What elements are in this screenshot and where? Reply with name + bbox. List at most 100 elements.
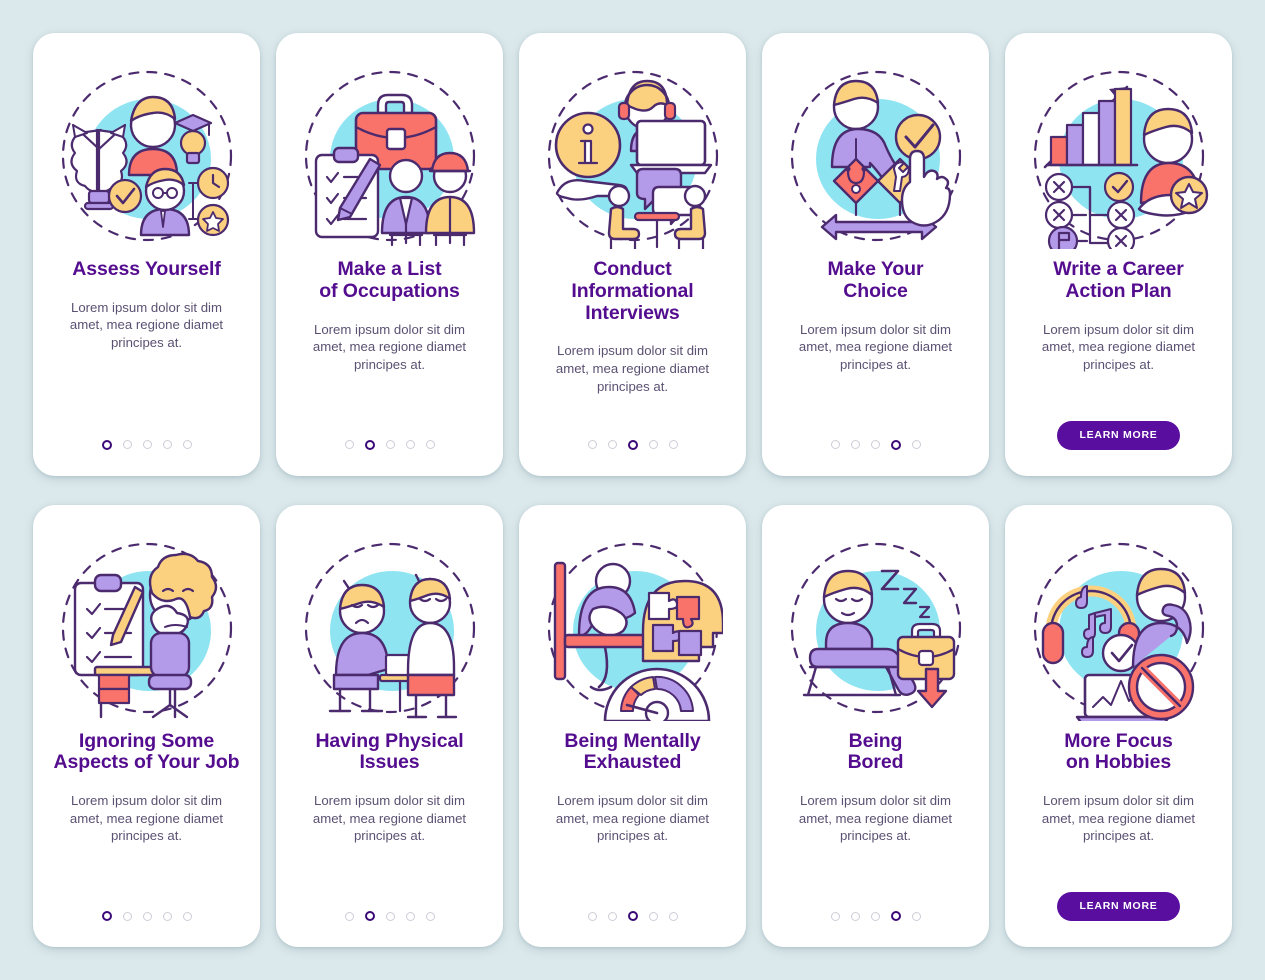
card-footer: LEARN MORE	[1005, 420, 1232, 450]
onboarding-card[interactable]: Assess Yourself Lorem ipsum dolor sit dim…	[33, 33, 260, 476]
card-body-text: Lorem ipsum dolor sit dim amet, mea regi…	[312, 321, 467, 372]
pagination-dots[interactable]	[587, 439, 678, 450]
onboarding-card[interactable]: Write a Career Action Plan Lorem ipsum do…	[1005, 33, 1232, 476]
pagination-dot-active[interactable]	[364, 439, 375, 450]
card-body-text: Lorem ipsum dolor sit dim amet, mea regi…	[555, 793, 710, 844]
card-body-text: Lorem ipsum dolor sit dim amet, mea regi…	[69, 299, 224, 350]
pagination-dot[interactable]	[668, 911, 678, 921]
pagination-dot-active[interactable]	[101, 439, 112, 450]
pagination-dot[interactable]	[182, 440, 192, 449]
card-title: Being Bored	[847, 729, 904, 774]
card-footer	[519, 911, 746, 921]
pagination-dot[interactable]	[162, 440, 172, 449]
pagination-dot[interactable]	[344, 440, 354, 449]
pagination-dot[interactable]	[405, 911, 415, 921]
card-title: Having Physical Issues	[315, 729, 464, 774]
pagination-dot[interactable]	[850, 440, 860, 449]
pagination-dot[interactable]	[162, 911, 172, 921]
card-title: Conduct Informational Interviews	[571, 258, 694, 324]
card-title: Ignoring Some Aspects of Your Job	[53, 729, 240, 774]
pagination-dots[interactable]	[587, 911, 678, 921]
card-footer	[762, 911, 989, 921]
puzzle-head-gauge-icon	[543, 535, 723, 721]
card-footer	[33, 439, 260, 450]
card-body-text: Lorem ipsum dolor sit dim amet, mea regi…	[555, 343, 710, 394]
pagination-dot[interactable]	[385, 440, 395, 449]
onboarding-screens-board: Assess Yourself Lorem ipsum dolor sit dim…	[0, 0, 1265, 980]
card-body-text: Lorem ipsum dolor sit dim amet, mea regi…	[798, 321, 953, 372]
burnout-signs-row: Ignoring Some Aspects of Your Job Lorem i…	[33, 504, 1232, 947]
pagination-dot[interactable]	[425, 440, 435, 449]
pagination-dot[interactable]	[870, 440, 880, 449]
pagination-dots[interactable]	[101, 911, 192, 921]
sleeping-person-briefcase-icon	[786, 535, 966, 721]
brain-graduate-assessment-icon	[57, 63, 237, 249]
card-footer	[276, 911, 503, 921]
pagination-dots[interactable]	[830, 439, 921, 450]
pagination-dot[interactable]	[344, 911, 354, 921]
card-footer	[519, 439, 746, 450]
pagination-dots[interactable]	[344, 911, 435, 921]
pagination-dots[interactable]	[344, 439, 435, 450]
growth-chart-action-plan-icon	[1029, 63, 1209, 249]
card-footer: LEARN MORE	[1005, 892, 1232, 921]
pagination-dot[interactable]	[648, 911, 658, 921]
pagination-dot[interactable]	[122, 911, 132, 921]
pagination-dots[interactable]	[101, 439, 192, 450]
pagination-dot-active[interactable]	[101, 911, 112, 921]
pagination-dot[interactable]	[911, 911, 921, 921]
pagination-dot[interactable]	[607, 911, 617, 921]
career-crossroads-choice-icon	[786, 63, 966, 249]
pagination-dot[interactable]	[870, 911, 880, 921]
tired-workers-headache-icon	[300, 535, 480, 721]
pagination-dot[interactable]	[425, 911, 435, 921]
headphones-music-no-work-icon	[1029, 535, 1209, 721]
onboarding-card[interactable]: More Focus on Hobbies Lorem ipsum dolor s…	[1005, 504, 1232, 947]
card-title: Make Your Choice	[827, 258, 924, 302]
pagination-dot[interactable]	[911, 440, 921, 449]
card-footer	[276, 439, 503, 450]
pagination-dot-active[interactable]	[890, 439, 901, 450]
pagination-dot[interactable]	[850, 911, 860, 921]
pagination-dot[interactable]	[587, 440, 597, 449]
card-title: Make a List of Occupations	[319, 258, 460, 302]
pagination-dot[interactable]	[142, 911, 152, 921]
card-body-text: Lorem ipsum dolor sit dim amet, mea regi…	[1041, 793, 1196, 844]
card-body-text: Lorem ipsum dolor sit dim amet, mea regi…	[69, 793, 224, 844]
card-title: Being Mentally Exhausted	[564, 729, 701, 774]
pagination-dot[interactable]	[830, 911, 840, 921]
pagination-dot[interactable]	[385, 911, 395, 921]
pagination-dots[interactable]	[830, 911, 921, 921]
onboarding-card[interactable]: Having Physical Issues Lorem ipsum dolor …	[276, 504, 503, 947]
card-body-text: Lorem ipsum dolor sit dim amet, mea regi…	[1041, 321, 1196, 372]
card-body-text: Lorem ipsum dolor sit dim amet, mea regi…	[798, 793, 953, 844]
card-footer	[33, 911, 260, 921]
onboarding-card[interactable]: Make Your Choice Lorem ipsum dolor sit di…	[762, 33, 989, 476]
pagination-dot[interactable]	[830, 440, 840, 449]
pagination-dot[interactable]	[405, 440, 415, 449]
pagination-dot[interactable]	[142, 440, 152, 449]
pagination-dot[interactable]	[587, 911, 597, 921]
learn-more-button[interactable]: LEARN MORE	[1057, 892, 1180, 921]
pagination-dot-active[interactable]	[627, 439, 638, 450]
pagination-dot-active[interactable]	[627, 911, 638, 921]
pagination-dot[interactable]	[122, 440, 132, 449]
learn-more-button[interactable]: LEARN MORE	[1057, 420, 1180, 450]
briefcase-checklist-workers-icon	[300, 63, 480, 249]
career-planning-row: Assess Yourself Lorem ipsum dolor sit dim…	[33, 33, 1232, 476]
onboarding-card[interactable]: Ignoring Some Aspects of Your Job Lorem i…	[33, 504, 260, 947]
onboarding-card[interactable]: Conduct Informational Interviews Lorem ip…	[519, 33, 746, 476]
card-title: More Focus on Hobbies	[1064, 729, 1173, 774]
onboarding-card[interactable]: Being Bored Lorem ipsum dolor sit dim ame…	[762, 504, 989, 947]
card-footer	[762, 439, 989, 450]
onboarding-card[interactable]: Make a List of Occupations Lorem ipsum do…	[276, 33, 503, 476]
pagination-dot-active[interactable]	[890, 911, 901, 921]
pagination-dot[interactable]	[648, 440, 658, 449]
pagination-dot[interactable]	[668, 440, 678, 449]
pagination-dot-active[interactable]	[364, 911, 375, 921]
onboarding-card[interactable]: Being Mentally Exhausted Lorem ipsum dolo…	[519, 504, 746, 947]
yawning-woman-desk-icon	[57, 535, 237, 721]
info-headset-interview-icon	[543, 63, 723, 249]
pagination-dot[interactable]	[182, 911, 192, 921]
pagination-dot[interactable]	[607, 440, 617, 449]
